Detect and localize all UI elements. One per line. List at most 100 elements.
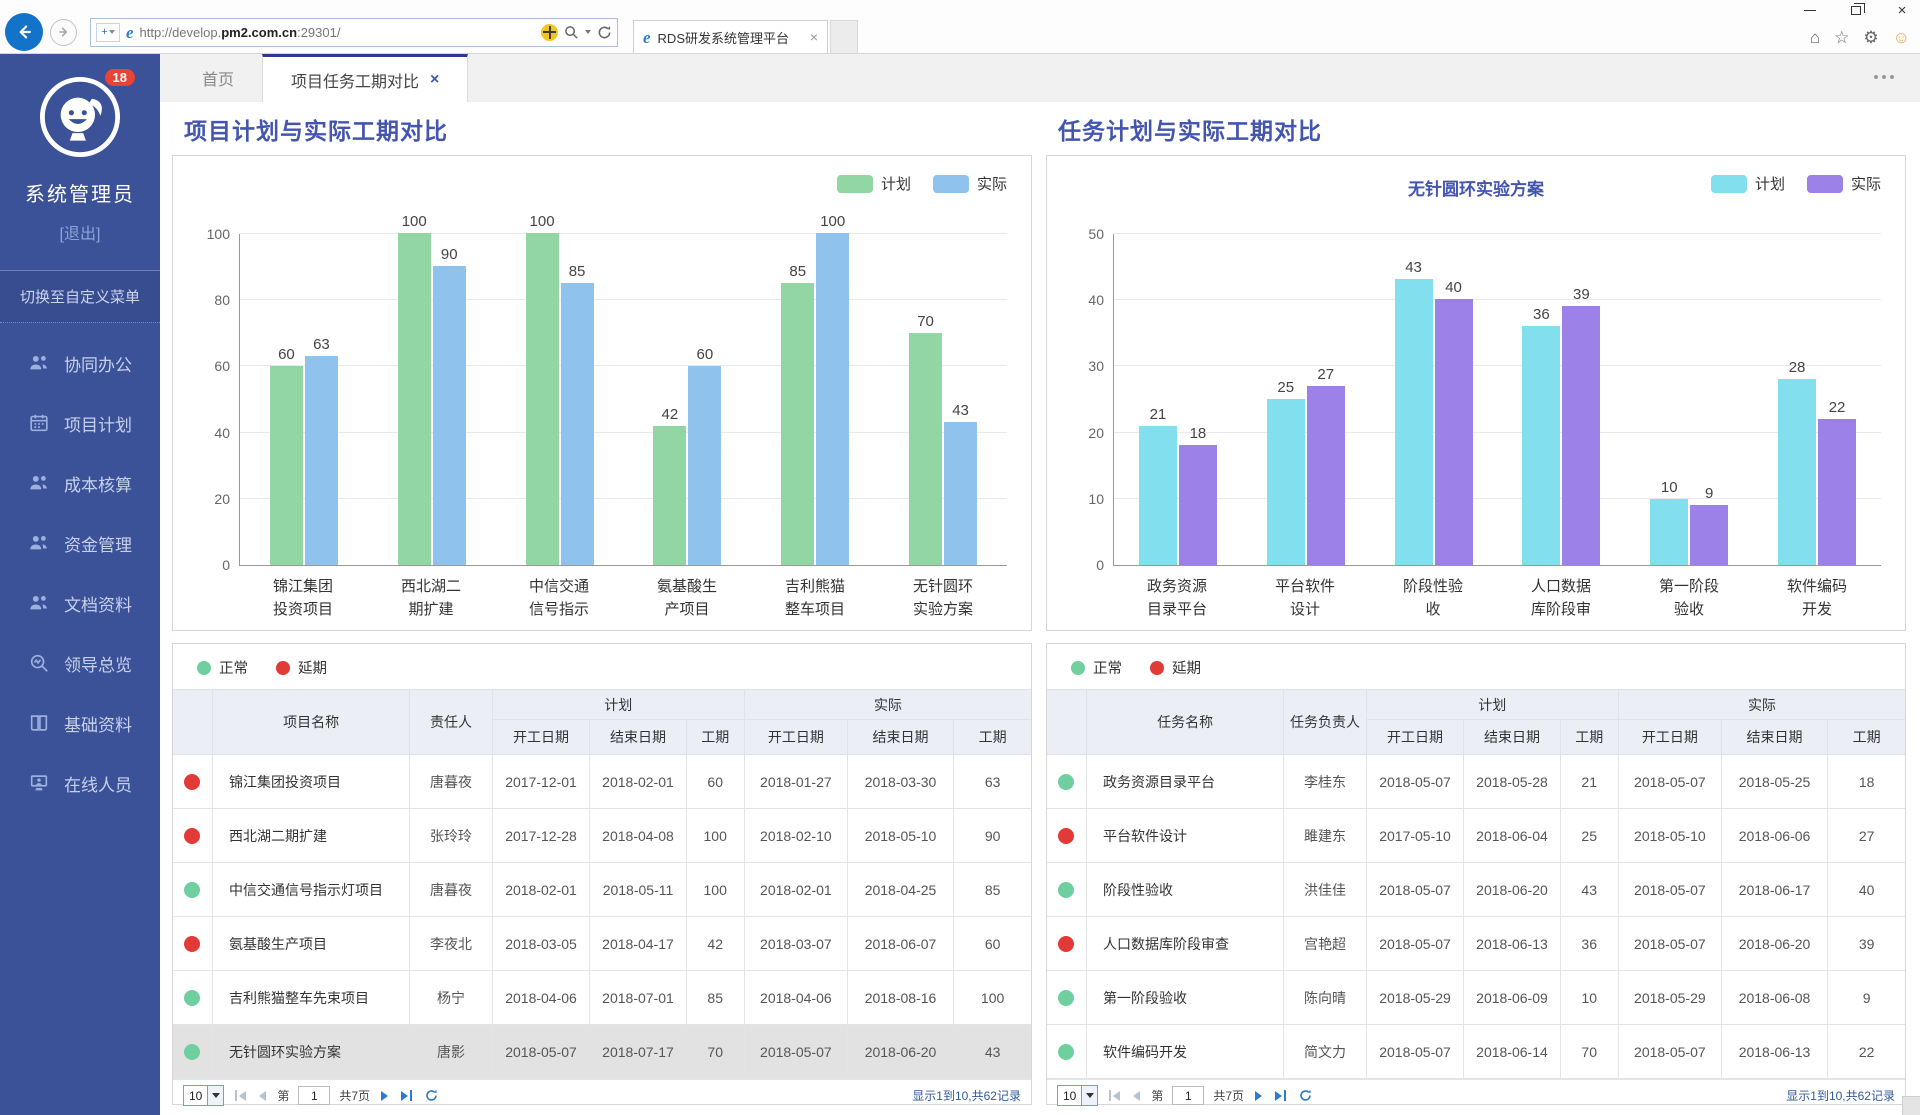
table-row[interactable]: 人口数据库阶段审查宫艳超2018-05-072018-06-13362018-0… [1047, 917, 1905, 971]
last-page-button[interactable] [399, 1090, 414, 1101]
bar [944, 422, 977, 565]
sidebar-item-7[interactable]: 基础资料 [0, 693, 160, 753]
page-size-value: 10 [1058, 1086, 1081, 1105]
table-row[interactable]: 无针圆环实验方案唐影2018-05-072018-07-17702018-05-… [173, 1025, 1031, 1079]
bar-value-label: 70 [917, 313, 934, 330]
table-row[interactable]: 氨基酸生产项目李夜北2018-03-052018-04-17422018-03-… [173, 917, 1031, 971]
add-favorite-icon[interactable]: + [96, 23, 120, 42]
favorites-star-icon[interactable]: ☆ [1834, 28, 1849, 48]
feedback-smiley-icon[interactable]: ☺ [1893, 28, 1910, 48]
sidebar-item-2[interactable]: 项目计划 [0, 393, 160, 453]
tab-close-icon[interactable]: × [810, 29, 818, 45]
x-axis-label: 氨基酸生产项目 [623, 576, 751, 621]
bar-column: 21 [1139, 406, 1177, 565]
first-page-button[interactable] [1107, 1090, 1122, 1101]
bar-column: 36 [1522, 306, 1560, 565]
plan-cell: 100 [686, 809, 744, 863]
bar-group: 10085 [496, 234, 624, 565]
name-cell: 无针圆环实验方案 [212, 1025, 409, 1079]
more-options-icon[interactable] [1874, 68, 1900, 86]
search-icon[interactable] [564, 25, 579, 40]
online-users-icon [28, 772, 50, 794]
sidebar-item-8[interactable]: 在线人员 [0, 753, 160, 813]
bar-column: 100 [526, 213, 559, 565]
status-cell [1047, 971, 1086, 1025]
table-row[interactable]: 阶段性验收洪佳佳2018-05-072018-06-20432018-05-07… [1047, 863, 1905, 917]
logout-link[interactable]: [退出] [0, 220, 160, 244]
minimize-icon[interactable] [1802, 3, 1818, 17]
status-dot-normal [184, 990, 200, 1006]
legend-item[interactable]: 计划 [837, 173, 911, 194]
y-tick-label: 30 [1088, 358, 1104, 374]
users-icon [28, 472, 50, 494]
browser-tab[interactable]: e RDS研发系统管理平台 × [633, 20, 828, 53]
prev-page-button[interactable] [257, 1091, 268, 1101]
sidebar-item-4[interactable]: 资金管理 [0, 513, 160, 573]
close-window-icon[interactable]: × [1894, 3, 1910, 17]
table-row[interactable]: 锦江集团投资项目唐暮夜2017-12-012018-02-01602018-01… [173, 755, 1031, 809]
switch-menu-button[interactable]: 切换至自定义菜单 [0, 270, 160, 323]
data-grid: 项目名称责任人计划实际开工日期结束日期工期开工日期结束日期工期锦江集团投资项目唐… [173, 689, 1031, 1079]
sidebar-item-5[interactable]: 文档资料 [0, 573, 160, 633]
reload-icon[interactable] [423, 1089, 440, 1102]
tab-close-icon[interactable]: × [430, 71, 439, 89]
actual-cell: 27 [1828, 809, 1905, 863]
page-size-select[interactable]: 10 [183, 1085, 224, 1106]
tab-project-task-duration[interactable]: 项目任务工期对比 × [262, 54, 468, 102]
bar-value-label: 18 [1190, 425, 1207, 442]
sidebar-item-label: 在线人员 [64, 771, 132, 796]
forward-button[interactable] [50, 19, 77, 46]
name-cell: 氨基酸生产项目 [212, 917, 409, 971]
next-page-button[interactable] [379, 1091, 390, 1101]
users-icon [28, 592, 50, 614]
actual-cell: 2018-06-06 [1721, 809, 1827, 863]
status-dot [1071, 661, 1085, 675]
url-text[interactable]: http://develop.pm2.com.cn:29301/ [140, 25, 535, 40]
legend-item[interactable]: 实际 [933, 173, 1007, 194]
record-summary: 显示1到10,共62记录 [912, 1087, 1021, 1104]
bar [398, 233, 431, 565]
table-row[interactable]: 吉利熊猫整车先束项目杨宁2018-04-062018-07-01852018-0… [173, 971, 1031, 1025]
legend-swatch [933, 175, 969, 193]
table-row[interactable]: 第一阶段验收陈向晴2018-05-292018-06-09102018-05-2… [1047, 971, 1905, 1025]
address-bar[interactable]: + e http://develop.pm2.com.cn:29301/ [90, 18, 618, 47]
home-icon[interactable]: ⌂ [1810, 28, 1820, 48]
prev-page-button[interactable] [1131, 1091, 1142, 1101]
avatar[interactable]: 18 [37, 74, 123, 165]
plot-area: 0102030405021182527434036391092822 政务资源目… [1113, 234, 1881, 621]
legend-item[interactable]: 计划 [1711, 173, 1785, 194]
next-page-button[interactable] [1253, 1091, 1264, 1101]
table-row[interactable]: 西北湖二期扩建张玲玲2017-12-282018-04-081002018-02… [173, 809, 1031, 863]
maximize-icon[interactable] [1848, 3, 1864, 17]
sidebar-item-6[interactable]: 领导总览 [0, 633, 160, 693]
page-size-select[interactable]: 10 [1057, 1085, 1098, 1106]
legend-item[interactable]: 实际 [1807, 173, 1881, 194]
search-dropdown-icon[interactable] [585, 30, 591, 34]
tab-home[interactable]: 首页 [174, 54, 262, 102]
bar [305, 356, 338, 565]
legend-label: 实际 [1851, 173, 1881, 194]
table-row[interactable]: 软件编码开发简文力2018-05-072018-06-14702018-05-0… [1047, 1025, 1905, 1079]
plan-group-header: 计划 [1366, 690, 1618, 720]
y-tick-label: 20 [214, 491, 230, 507]
first-page-button[interactable] [233, 1090, 248, 1101]
bar [1395, 279, 1433, 565]
page-input[interactable] [298, 1086, 330, 1105]
plan-cell: 2018-05-07 [1366, 1025, 1464, 1079]
new-tab-button[interactable] [830, 20, 858, 53]
refresh-icon[interactable] [597, 25, 612, 40]
plan-cell: 2018-05-07 [492, 1025, 590, 1079]
page-input[interactable] [1172, 1086, 1204, 1105]
sub-column-header: 工期 [1828, 720, 1905, 755]
table-row[interactable]: 平台软件设计雎建东2017-05-102018-06-04252018-05-1… [1047, 809, 1905, 863]
name-cell: 中信交通信号指示灯项目 [212, 863, 409, 917]
compatibility-view-icon[interactable] [541, 24, 558, 41]
gear-icon[interactable]: ⚙ [1863, 28, 1878, 48]
table-row[interactable]: 中信交通信号指示灯项目唐暮夜2018-02-012018-05-11100201… [173, 863, 1031, 917]
last-page-button[interactable] [1273, 1090, 1288, 1101]
back-button[interactable] [5, 13, 43, 51]
sidebar-item-1[interactable]: 协同办公 [0, 333, 160, 393]
table-row[interactable]: 政务资源目录平台李桂东2018-05-072018-05-28212018-05… [1047, 755, 1905, 809]
sidebar-item-3[interactable]: 成本核算 [0, 453, 160, 513]
reload-icon[interactable] [1297, 1089, 1314, 1102]
